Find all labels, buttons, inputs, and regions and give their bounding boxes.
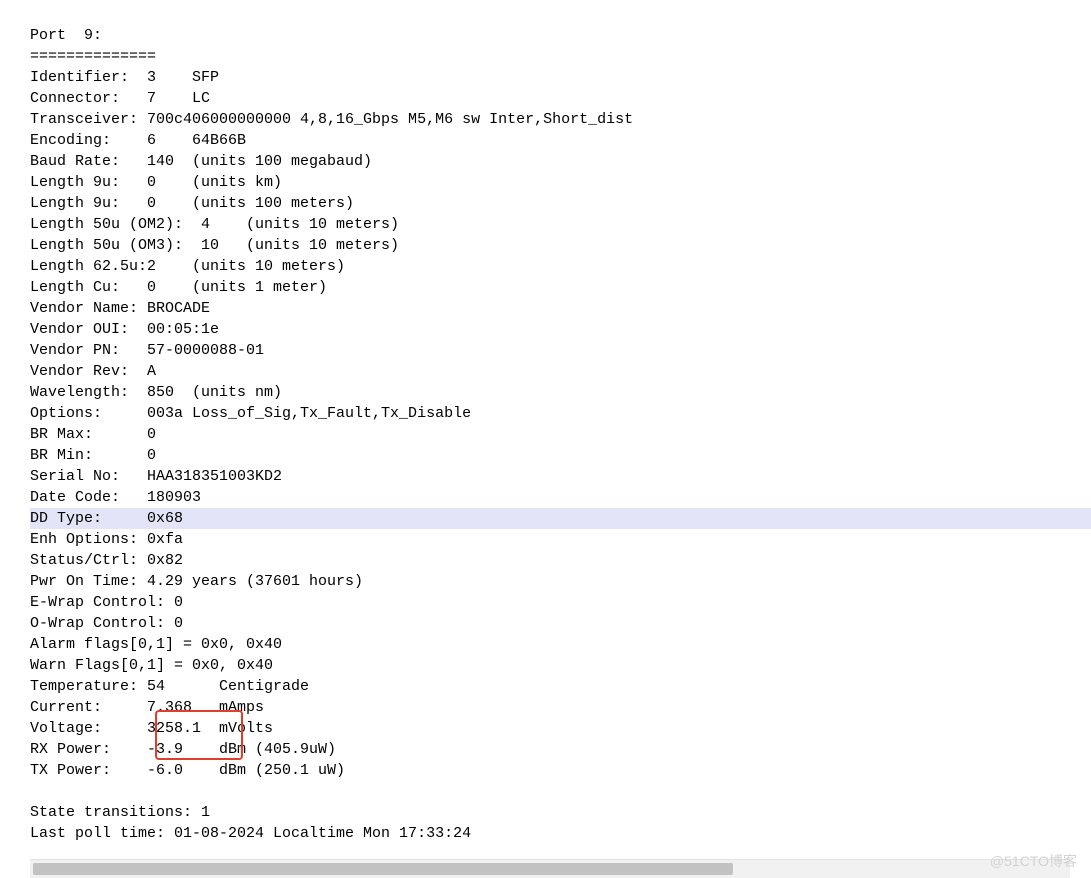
field-length-50u-om3: Length 50u (OM3): 10 (units 10 meters)	[30, 237, 399, 254]
field-length-9u-a: Length 9u: 0 (units km)	[30, 174, 282, 191]
field-alarm-flags: Alarm flags[0,1] = 0x0, 0x40	[30, 636, 282, 653]
field-status-ctrl: Status/Ctrl: 0x82	[30, 552, 183, 569]
field-date-code: Date Code: 180903	[30, 489, 201, 506]
field-serial-no: Serial No: HAA318351003KD2	[30, 468, 282, 485]
field-length-cu: Length Cu: 0 (units 1 meter)	[30, 279, 327, 296]
field-state-transitions: State transitions: 1	[30, 804, 210, 821]
scroll-thumb[interactable]	[33, 863, 733, 875]
field-vendor-name: Vendor Name: BROCADE	[30, 300, 210, 317]
field-length-9u-b: Length 9u: 0 (units 100 meters)	[30, 195, 354, 212]
field-options: Options: 003a Loss_of_Sig,Tx_Fault,Tx_Di…	[30, 405, 471, 422]
field-vendor-rev: Vendor Rev: A	[30, 363, 156, 380]
watermark: @51CTO博客	[990, 851, 1077, 872]
field-length-50u-om2: Length 50u (OM2): 4 (units 10 meters)	[30, 216, 399, 233]
field-br-min: BR Min: 0	[30, 447, 156, 464]
port-line: Port 9:	[30, 27, 102, 44]
field-tx-power: TX Power: -6.0 dBm (250.1 uW)	[30, 762, 345, 779]
field-enh-options: Enh Options: 0xfa	[30, 531, 183, 548]
separator-top: ==============	[30, 48, 156, 65]
field-encoding: Encoding: 6 64B66B	[30, 132, 246, 149]
field-vendor-oui: Vendor OUI: 00:05:1e	[30, 321, 219, 338]
field-connector: Connector: 7 LC	[30, 90, 210, 107]
field-vendor-pn: Vendor PN: 57-0000088-01	[30, 342, 264, 359]
field-pwr-on-time: Pwr On Time: 4.29 years (37601 hours)	[30, 573, 363, 590]
field-baud-rate: Baud Rate: 140 (units 100 megabaud)	[30, 153, 372, 170]
field-length-625u: Length 62.5u:2 (units 10 meters)	[30, 258, 345, 275]
field-br-max: BR Max: 0	[30, 426, 156, 443]
field-dd-type: DD Type: 0x68	[30, 508, 1091, 529]
field-transceiver: Transceiver: 700c406000000000 4,8,16_Gbp…	[30, 111, 633, 128]
field-ewrap: E-Wrap Control: 0	[30, 594, 183, 611]
field-temperature: Temperature: 54 Centigrade	[30, 678, 309, 695]
horizontal-scrollbar[interactable]	[30, 859, 1070, 878]
field-warn-flags: Warn Flags[0,1] = 0x0, 0x40	[30, 657, 273, 674]
field-current: Current: 7.368 mAmps	[30, 699, 264, 716]
field-voltage: Voltage: 3258.1 mVolts	[30, 720, 273, 737]
field-wavelength: Wavelength: 850 (units nm)	[30, 384, 282, 401]
field-identifier: Identifier: 3 SFP	[30, 69, 219, 86]
field-owrap: O-Wrap Control: 0	[30, 615, 183, 632]
field-last-poll: Last poll time: 01-08-2024 Localtime Mon…	[30, 825, 471, 842]
terminal-output: Port 9: ============== Identifier: 3 SFP…	[0, 0, 1091, 878]
field-rx-power: RX Power: -3.9 dBm (405.9uW)	[30, 741, 336, 758]
